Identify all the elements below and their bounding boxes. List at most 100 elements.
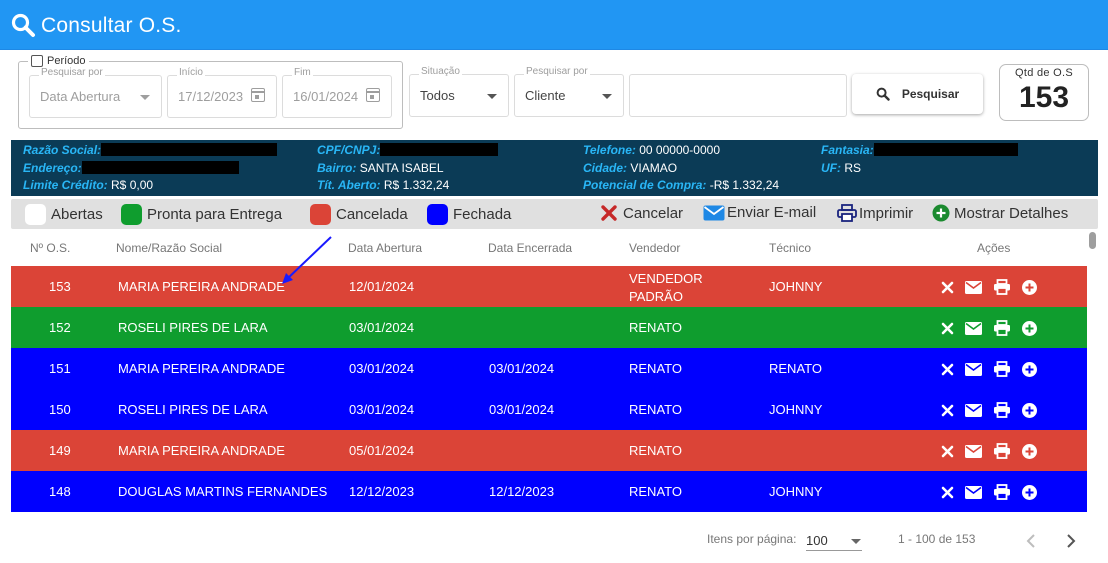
cell-abertura: 03/01/2024 [349,361,415,376]
mail-icon[interactable] [965,485,982,499]
field-label: Situação [419,66,462,77]
mostrar-detalhes-action[interactable]: Mostrar Detalhes [932,204,1068,222]
page-size-value: 100 [806,533,828,548]
calendar-icon[interactable] [366,88,380,102]
qtd-label: Qtd de O.S [1014,67,1074,79]
mail-icon[interactable] [965,403,982,417]
plus-circle-icon[interactable] [1022,443,1037,459]
cell-os: 150 [49,402,71,417]
printer-icon[interactable] [993,484,1011,500]
page-size-select[interactable]: 100 [806,531,862,551]
plus-circle-icon[interactable] [1022,279,1037,295]
uf: UF: RS [821,161,862,175]
table-row[interactable]: 151 MARIA PEREIRA ANDRADE 03/01/2024 03/01/… [11,348,1087,389]
potencial-compra: Potencial de Compra: -R$ 1.332,24 [583,178,780,192]
printer-icon[interactable] [993,361,1011,377]
legend-swatch-green [121,204,142,225]
redacted-value [101,143,278,156]
cell-vendedor: RENATO [629,402,682,417]
close-icon[interactable] [941,322,954,335]
close-icon [601,205,617,221]
legend-cancelada: Cancelada [310,204,408,225]
field-value: Data Abertura [40,89,121,104]
close-icon[interactable] [941,281,954,294]
field-value: Todos [420,88,455,103]
table-row[interactable]: 150 ROSELI PIRES DE LARA 03/01/2024 03/01/2… [11,389,1087,430]
scrollbar[interactable] [1089,232,1096,522]
calendar-icon[interactable] [251,88,265,102]
col-acoes: Ações [977,241,1011,255]
inicio-date-field[interactable]: Início 17/12/2023 [167,67,277,118]
cell-vendedor: RENATO [629,320,682,335]
close-icon[interactable] [941,486,954,499]
table-row[interactable]: 152 ROSELI PIRES DE LARA 03/01/2024 RENATO [11,307,1087,348]
plus-circle-icon[interactable] [1022,320,1037,336]
cell-abertura: 05/01/2024 [349,443,415,458]
printer-icon[interactable] [993,320,1011,336]
row-actions [941,320,1037,336]
enviar-email-action[interactable]: Enviar E-mail [703,204,816,221]
row-actions [941,279,1037,295]
plus-circle-icon[interactable] [1022,484,1037,500]
col-vendedor: Vendedor [629,241,681,255]
pesquisar-por-select[interactable]: Pesquisar por Cliente [514,66,624,117]
table-header: Nº O.S. Nome/Razão Social Data Abertura … [11,233,1087,265]
plus-circle-icon[interactable] [1022,361,1037,377]
cell-abertura: 12/01/2024 [349,279,415,294]
pesquisar-button[interactable]: Pesquisar [852,74,983,114]
situacao-select[interactable]: Situação Todos [409,66,509,117]
periodo-checkbox[interactable]: Período [28,55,89,67]
imprimir-action[interactable]: Imprimir [837,204,913,222]
legend-swatch-white [25,204,46,225]
checkbox-box[interactable] [31,55,43,67]
cell-os: 153 [49,279,71,294]
close-icon[interactable] [941,404,954,417]
pesquisar-por-date-select[interactable]: Pesquisar por Data Abertura [29,67,162,118]
redacted-value [873,143,1018,156]
cell-abertura: 03/01/2024 [349,402,415,417]
chevron-down-icon [140,95,150,100]
close-icon[interactable] [941,363,954,376]
table-row[interactable]: 148 DOUGLAS MARTINS FERNANDES 12/12/2023 12… [11,471,1087,512]
pesquisar-button-label: Pesquisar [901,87,960,101]
scrollbar-thumb[interactable] [1089,232,1096,249]
cell-nome: ROSELI PIRES DE LARA [118,320,268,335]
row-actions [941,402,1037,418]
plus-circle-icon[interactable] [1022,402,1037,418]
mail-icon[interactable] [965,444,982,458]
search-icon [876,87,890,101]
cpf-cnpj: CPF/CNPJ: [317,143,499,157]
table-row[interactable]: 149 MARIA PEREIRA ANDRADE 05/01/2024 RENATO [11,430,1087,471]
field-label: Fim [292,67,313,78]
cell-tecnico: JOHNNY [769,402,823,417]
cell-nome: ROSELI PIRES DE LARA [118,402,268,417]
cell-vendedor: VENDEDOR PADRÃO [629,271,703,304]
cell-abertura: 12/12/2023 [349,484,415,499]
legend-pronta: Pronta para Entrega [121,204,282,225]
app-header: Consultar O.S. [0,0,1108,50]
razao-social: Razão Social: [23,143,278,157]
chevron-right-icon[interactable] [1061,531,1081,551]
printer-icon[interactable] [993,279,1011,295]
mail-icon[interactable] [965,362,982,376]
bairro: Bairro: SANTA ISABEL [317,161,444,175]
legend-swatch-red [310,204,331,225]
printer-icon[interactable] [993,402,1011,418]
cancelar-action[interactable]: Cancelar [600,204,683,222]
periodo-label: Período [47,55,86,67]
close-icon[interactable] [941,445,954,458]
search-input[interactable] [629,74,847,117]
table-row[interactable]: 153 MARIA PEREIRA ANDRADE 12/01/2024 VENDED… [11,266,1087,307]
client-info-panel: Razão Social: CPF/CNPJ: Telefone: 00 000… [11,140,1098,196]
qtd-os-counter: Qtd de O.S 153 [999,64,1089,121]
fim-date-field[interactable]: Fim 16/01/2024 [282,67,392,118]
items-per-page-label: Itens por página: [707,532,797,546]
mail-icon[interactable] [965,280,982,294]
cell-vendedor: RENATO [629,361,682,376]
legend-fechada: Fechada [427,204,511,225]
chevron-left-icon[interactable] [1021,531,1041,551]
cell-tecnico: JOHNNY [769,484,823,499]
qtd-value: 153 [1018,81,1070,114]
mail-icon[interactable] [965,321,982,335]
printer-icon[interactable] [993,443,1011,459]
